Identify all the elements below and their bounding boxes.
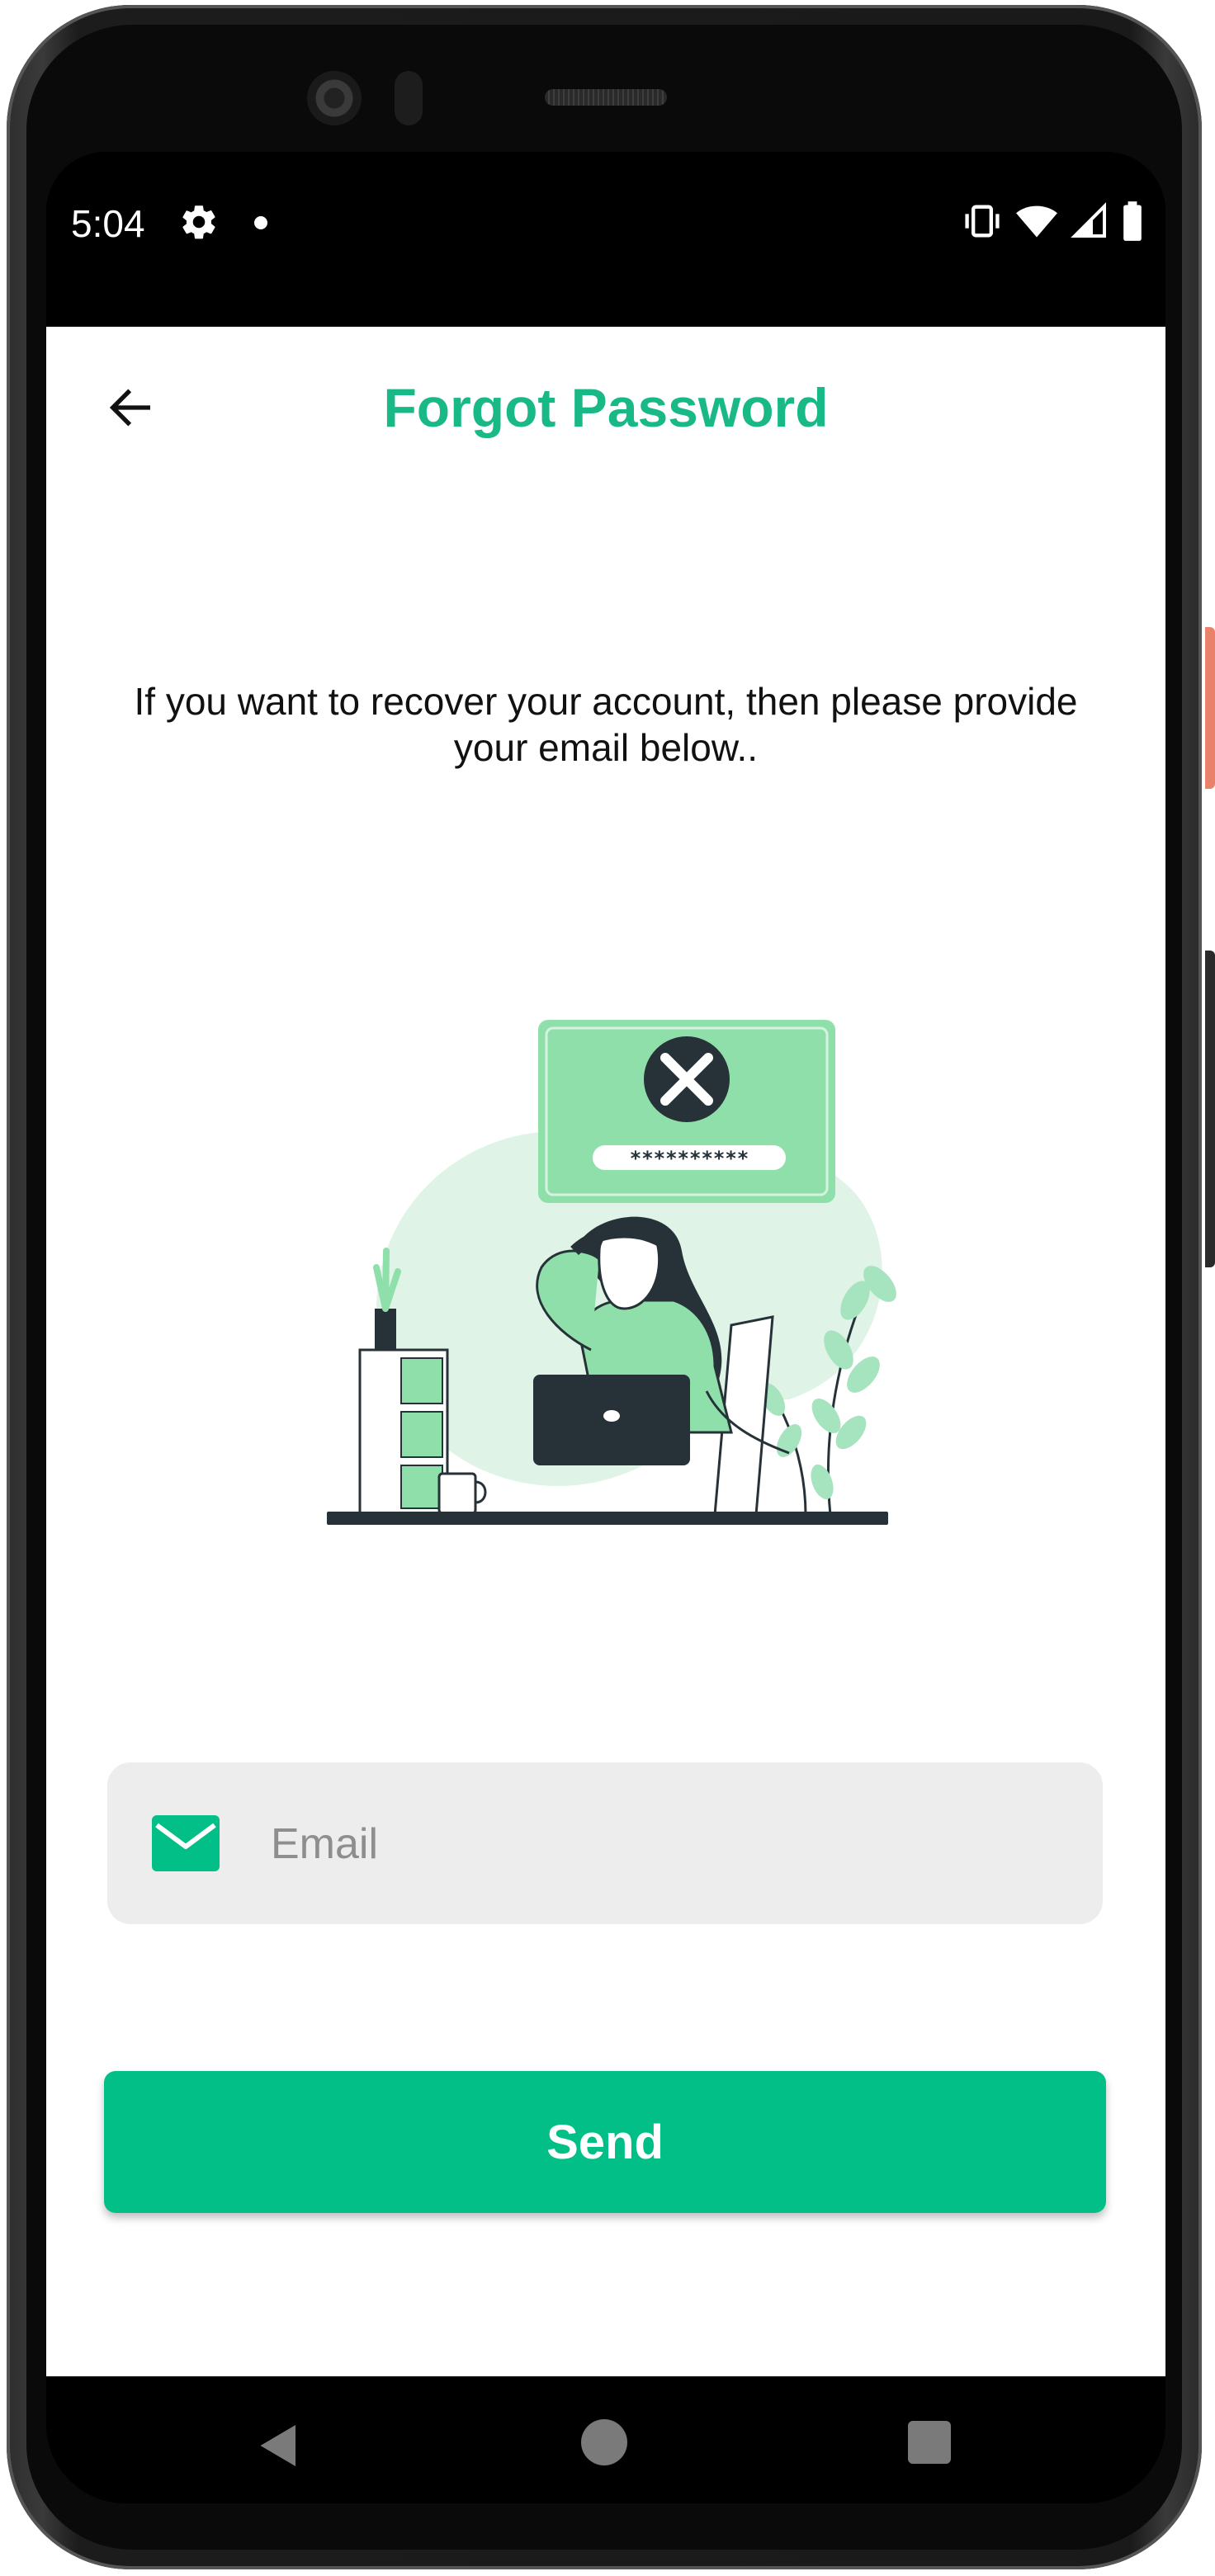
screen: 5:04 Forgot Password If you want to reco…	[46, 152, 1165, 2503]
instruction-text: If you want to recover your account, the…	[134, 680, 1078, 769]
phone-frame: 5:04 Forgot Password If you want to reco…	[0, 0, 1215, 2576]
notification-dot-icon	[254, 216, 267, 229]
navigation-bar	[46, 2376, 1165, 2503]
nav-recents-icon[interactable]	[908, 2421, 951, 2464]
front-camera	[307, 71, 362, 125]
forgot-password-illustration: **********	[327, 1020, 896, 1525]
nav-back-icon[interactable]	[254, 2421, 304, 2470]
nav-home-icon[interactable]	[581, 2419, 627, 2465]
proximity-sensor	[395, 71, 423, 125]
power-button	[1205, 627, 1215, 789]
status-time: 5:04	[71, 202, 145, 245]
status-bar: 5:04	[46, 152, 1165, 327]
vibrate-icon	[965, 205, 1000, 238]
signal-icon	[1071, 202, 1106, 238]
earpiece-speaker	[545, 89, 667, 106]
email-field[interactable]	[107, 1762, 1103, 1924]
status-icons	[961, 200, 1146, 243]
email-input[interactable]	[269, 1795, 1065, 1893]
battery-icon	[1123, 201, 1142, 241]
password-mask-text: **********	[630, 1147, 749, 1170]
app-content: Forgot Password If you want to recover y…	[46, 327, 1165, 2376]
page-title: Forgot Password	[383, 377, 829, 438]
volume-button	[1205, 951, 1215, 1267]
send-button[interactable]: Send	[104, 2071, 1106, 2213]
mail-icon	[152, 1815, 220, 1871]
wifi-icon	[1016, 205, 1057, 238]
gear-icon	[182, 205, 215, 239]
